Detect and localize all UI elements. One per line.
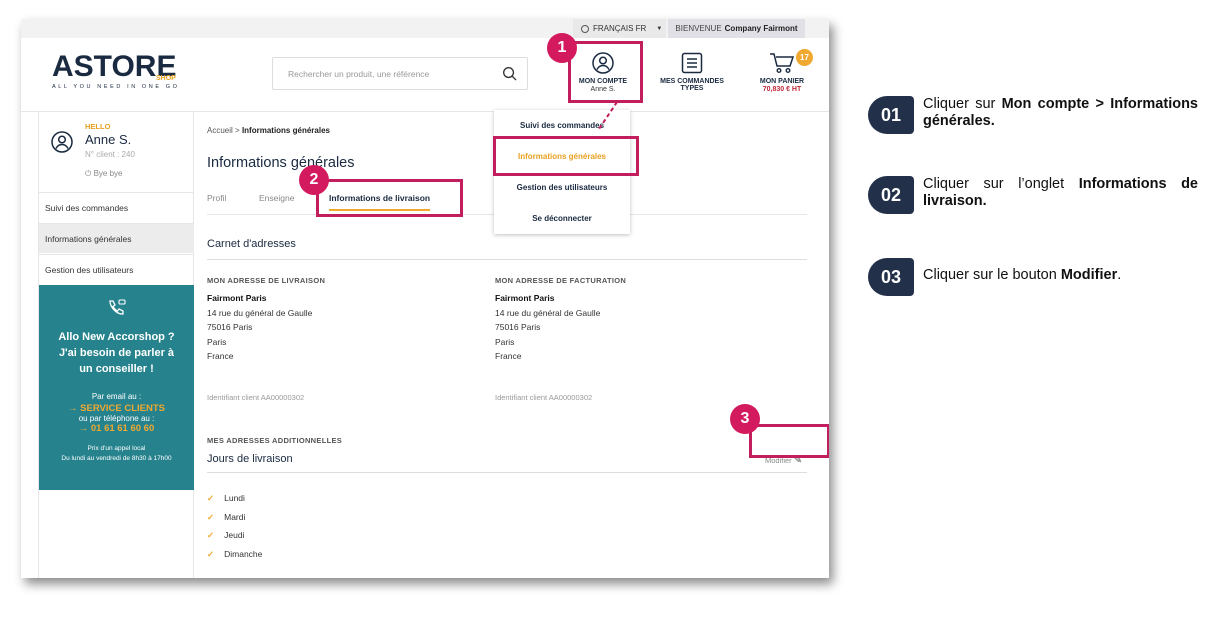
step-text: Cliquer sur Mon compte > Informations gé… [923,96,1198,130]
step-number: 01 [868,96,914,134]
annotation-overlay [598,101,618,130]
annotation-box-modify [749,424,829,458]
callout-1: 1 [547,33,577,63]
annotation-box-general-info [493,136,639,176]
app-screenshot: FRANÇAIS FR ▼ BIENVENUE Company Fairmont… [21,19,829,578]
step-text: Cliquer sur le bouton Modifier. [923,267,1198,284]
annotation-box-delivery-tab [316,179,463,217]
step-text-plain: Cliquer sur l’onglet [923,176,1079,192]
step-text-end: . [1117,267,1122,283]
annotation-dashed-line [598,101,618,130]
step-number: 03 [868,258,914,296]
step-text-plain: Cliquer sur [923,96,1002,112]
callout-3: 3 [730,404,760,434]
step-text-plain: Cliquer sur le bouton [923,267,1061,283]
step-text: Cliquer sur l’onglet Informations de liv… [923,176,1198,210]
step-number: 02 [868,176,914,214]
annotation-box-account [568,41,643,103]
step-text-bold: Modifier [1060,267,1118,283]
callout-2: 2 [299,165,329,195]
